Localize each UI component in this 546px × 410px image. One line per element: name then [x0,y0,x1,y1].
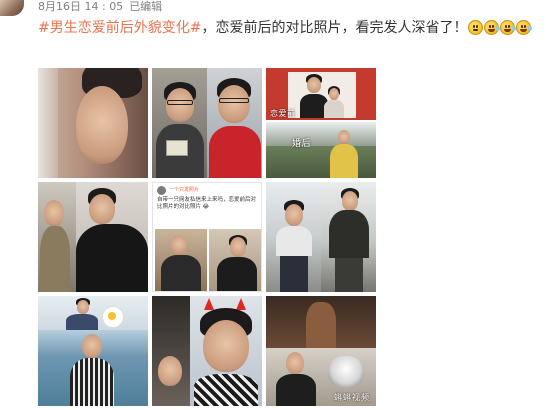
photo-8-main [190,296,262,406]
thinking-emoji [468,20,484,35]
photo-thumbnail-5[interactable]: 一个只发照片 自带一只网友私信来上来吗，恋爱前后对比照片的对比照片 😂 [152,182,262,292]
photo-thumbnail-3a[interactable]: 恋爱前 [266,68,376,120]
photo-thumbnail-6[interactable] [266,182,376,292]
photo-thumbnail-3b[interactable]: 婚后 [266,122,376,178]
photo-7-top [38,296,148,330]
photo-3-caption-after: 婚后 [292,139,312,149]
photo-thumbnail-1[interactable] [38,68,148,178]
photo-grid: 恋爱前 婚后 一个只发照片 自带一只网友私信来上来吗，恋爱前后对比照片的对比照片… [38,68,376,410]
post-timestamp[interactable]: 8月16日 14 : 05 [38,0,123,13]
photo-1-face [76,86,128,164]
photo-1-background [38,68,58,178]
user-avatar[interactable] [0,0,24,16]
photo-thumbnail-2[interactable] [152,68,262,178]
post-meta: 8月16日 14 : 05 已编辑 [38,0,162,14]
photo-thumbnail-4[interactable] [38,182,148,292]
photo-8-left-strip [152,296,190,406]
photo-5-before [155,229,207,291]
photo-thumbnail-8[interactable] [152,296,262,406]
photo-3-caption-before: 恋爱前 [270,109,296,118]
photo-6-after [321,182,376,292]
laugh-cry-emoji [516,20,533,35]
dog-figure [328,356,364,388]
photo-thumbnail-9[interactable]: 蝌蝌视频 [266,296,376,406]
photo-9-watermark: 蝌蝌视频 [334,393,370,402]
photo-thumbnail-7[interactable] [38,296,148,406]
photo-5-screenshot-text: 自带一只网友私信来上来吗，恋爱前后对比照片的对比照片 😂 [157,197,257,210]
edited-label[interactable]: 已编辑 [129,0,162,13]
post-text: #男生恋爱前后外貌变化#，恋爱前后的对比照片，看完发人深省了！ [38,17,538,39]
photo-5-screenshot-name: 一个只发照片 [169,187,200,193]
photo-3a-poster [288,72,356,118]
photo-6-before [266,182,321,292]
photo-2-after [207,68,262,178]
photo-4-left-strip [38,182,76,292]
devil-horn-left [204,298,214,310]
hashtag-link[interactable]: #男生恋爱前后外貌变化# [38,20,201,36]
devil-horn-right [236,298,246,310]
laugh-cry-emoji [484,20,501,35]
post-body-text: ，恋爱前后的对比照片，看完发人深省了！ [201,20,468,36]
photo-2-before [152,68,207,178]
photo-4-main [76,182,148,292]
photo-5-screenshot-header: 一个只发照片 自带一只网友私信来上来吗，恋爱前后对比照片的对比照片 😂 [153,183,261,229]
photo-5-after [209,229,261,291]
photo-9-top [266,296,376,348]
laugh-cry-emoji [500,20,517,35]
